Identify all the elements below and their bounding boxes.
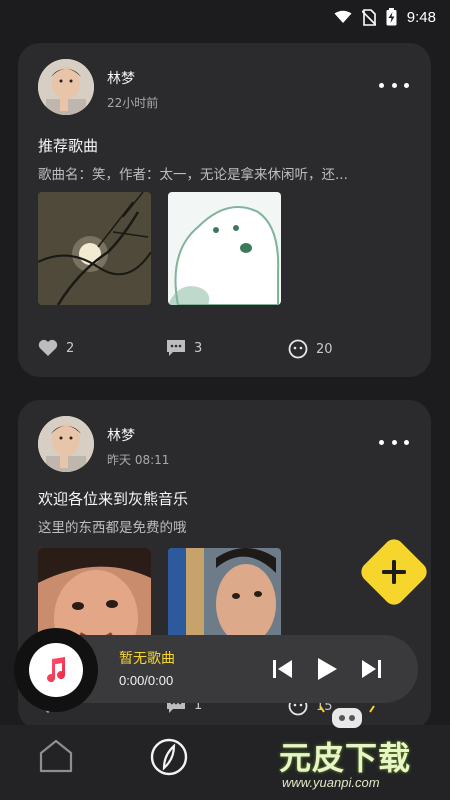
previous-button[interactable] bbox=[270, 656, 296, 682]
comment-button[interactable]: 3 bbox=[166, 339, 202, 357]
face-icon bbox=[288, 339, 308, 359]
white-ghost-cartoon-image[interactable] bbox=[168, 192, 281, 305]
previous-icon bbox=[273, 660, 292, 678]
plus-icon[interactable] bbox=[368, 546, 420, 598]
post-title: 欢迎各位来到灰熊音乐 bbox=[38, 490, 189, 508]
more-options-button[interactable] bbox=[379, 432, 409, 452]
post-card[interactable]: 林梦 22小时前 推荐歌曲 歌曲名：笑，作者：太一，无论是拿来休闲听，还... … bbox=[18, 43, 431, 377]
next-icon bbox=[362, 660, 381, 678]
avatar[interactable] bbox=[38, 416, 94, 472]
status-icons: 9:48 bbox=[334, 6, 436, 28]
views-count: 20 bbox=[316, 341, 333, 357]
views-stat: 20 bbox=[288, 339, 333, 359]
user-name[interactable]: 林梦 bbox=[107, 425, 135, 445]
like-button[interactable]: 2 bbox=[38, 339, 74, 357]
wifi-icon bbox=[334, 10, 352, 23]
song-progress: 0:00/0:00 bbox=[119, 673, 174, 688]
post-time: 22小时前 bbox=[107, 96, 159, 110]
watermark-brand: 元皮下载 bbox=[279, 739, 412, 777]
post-body: 这里的东西都是免费的哦 bbox=[38, 520, 187, 536]
status-bar: 9:48 bbox=[0, 0, 450, 34]
like-count: 2 bbox=[66, 340, 75, 356]
post-title: 推荐歌曲 bbox=[38, 137, 99, 155]
song-title[interactable]: 暂无歌曲 bbox=[119, 648, 175, 668]
discover-compass-icon bbox=[150, 738, 188, 776]
no-sim-icon bbox=[361, 8, 376, 26]
post-body: 歌曲名：笑，作者：太一，无论是拿来休闲听，还... bbox=[38, 167, 348, 183]
moon-branches-image[interactable] bbox=[38, 192, 151, 305]
comment-icon bbox=[167, 340, 185, 356]
home-icon bbox=[39, 739, 73, 773]
post-time: 昨天 08:11 bbox=[107, 453, 170, 467]
battery-charging-icon bbox=[386, 8, 397, 26]
music-note-icon bbox=[29, 643, 83, 697]
play-button[interactable] bbox=[314, 656, 340, 682]
more-options-button[interactable] bbox=[379, 75, 409, 95]
next-button[interactable] bbox=[358, 656, 384, 682]
play-icon bbox=[318, 658, 337, 680]
watermark-url: www.yuanpi.com bbox=[282, 775, 380, 790]
nav-home[interactable] bbox=[37, 737, 75, 775]
status-time: 9:48 bbox=[406, 8, 436, 26]
avatar[interactable] bbox=[38, 59, 94, 115]
nav-discover[interactable] bbox=[149, 737, 189, 777]
heart-icon bbox=[38, 339, 58, 356]
comment-count: 3 bbox=[194, 340, 203, 356]
user-name[interactable]: 林梦 bbox=[107, 68, 135, 88]
